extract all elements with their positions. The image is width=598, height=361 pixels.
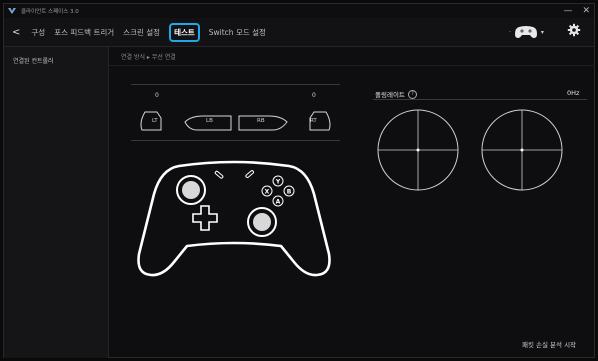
rt-label: RT [310,118,317,124]
gear-icon[interactable] [567,23,581,37]
polling-rate-label: 폴링레이트 ? [375,89,417,99]
tab-switch-mode-settings[interactable]: Switch 모드 설정 [209,27,266,38]
menu-button [245,170,255,178]
tab-config[interactable]: 구성 [31,27,45,38]
tab-force-feedback-trigger[interactable]: 포스 피드백 트리거 [54,27,114,38]
left-stick-tester [377,109,459,191]
rt-value: 0 [312,92,316,99]
app-window: 클라이언트 스페이스 3.0 — ✕ < 구성 포스 피드백 트리거 스크린 설… [3,3,595,358]
start-packet-loss-analysis-button[interactable]: 패킷 손실 분석 시작 [522,339,576,349]
app-logo-icon [8,8,16,14]
polling-rate-value: 0Hz [567,89,580,97]
title-bar: 클라이언트 스페이스 3.0 — ✕ [4,4,594,18]
breadcrumb-bar: 연결 방식 ▸ 무선 연결 [109,47,595,66]
info-icon[interactable]: ? [407,89,417,99]
chevron-down-icon: ▾ [540,28,544,36]
a-button-label: A [276,198,281,205]
tab-screen-settings[interactable]: 스크린 설정 [123,27,160,38]
minimize-button[interactable]: — [563,4,572,18]
sidebar: 연결된 컨트롤러 [4,47,109,358]
right-stick [253,213,271,231]
close-button[interactable]: ✕ [582,4,590,18]
device-status-dot: · [509,28,511,36]
app-title: 클라이언트 스페이스 3.0 [21,9,79,15]
lt-label: LT [152,118,158,124]
divider [373,99,587,100]
lb-label: LB [206,118,213,124]
sidebar-item-connected-controller[interactable]: 연결된 컨트롤러 [13,56,54,65]
polling-rate-title: 폴링레이트 [375,91,405,99]
dpad [192,205,218,231]
device-selector[interactable]: · ▾ [509,25,544,39]
breadcrumb: 연결 방식 ▸ 무선 연결 [121,54,176,61]
right-stick-position-dot [520,148,524,152]
trigger-bumper-row [140,111,331,131]
controller-icon [514,26,537,38]
y-button-label: Y [275,178,281,185]
top-navigation: < 구성 포스 피드백 트리거 스크린 설정 테스트 Switch 모드 설정 … [4,18,594,47]
view-button [214,170,224,179]
left-stick-position-dot [416,148,420,152]
tab-test[interactable]: 테스트 [169,22,200,42]
b-button-label: B [287,188,292,195]
left-stick [182,181,200,199]
rb-label: RB [257,118,265,124]
lt-value: 0 [155,92,159,99]
back-button[interactable]: < [12,27,20,38]
right-stick-tester [481,109,563,191]
divider [131,140,340,141]
divider [131,84,340,85]
lt-indicator [140,111,162,131]
controller-diagram: Y X B A [137,160,331,277]
controller-outline [137,160,331,277]
x-button-label: X [265,188,270,195]
